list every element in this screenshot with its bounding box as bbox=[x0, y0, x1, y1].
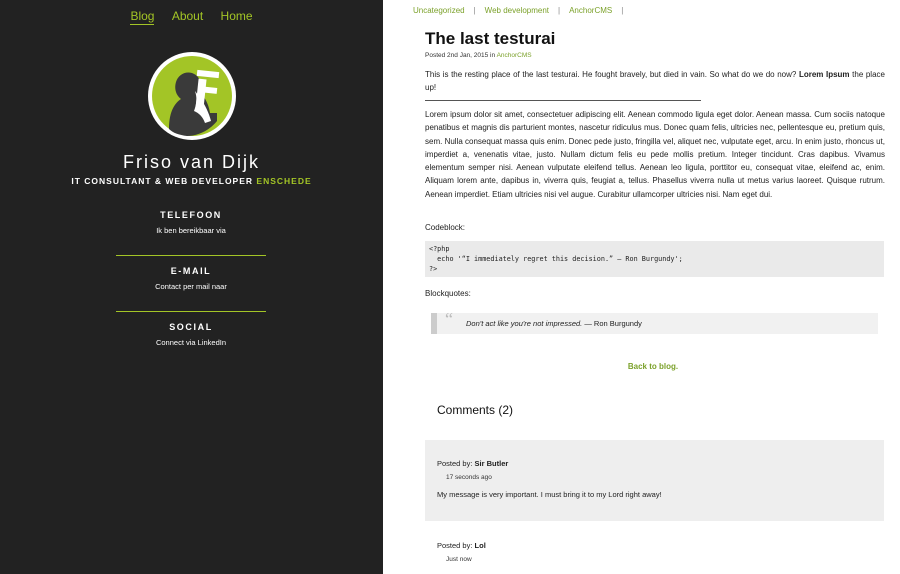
quote-author: — Ron Burgundy bbox=[584, 319, 642, 328]
separator: | bbox=[558, 6, 561, 15]
tagline-role: IT CONSULTANT & WEB DEVELOPER bbox=[71, 176, 254, 186]
nav-home-link[interactable]: Home bbox=[221, 9, 253, 23]
profile-name: Friso van Dijk bbox=[122, 152, 261, 172]
back-to-blog: Back to blog. bbox=[383, 362, 900, 371]
post-date: Posted 2nd Jan, 2015 in bbox=[425, 52, 496, 59]
comment-time: Just now bbox=[446, 556, 472, 563]
post-meta: Posted 2nd Jan, 2015 in AnchorCMS bbox=[425, 52, 532, 59]
codeblock-label: Codeblock: bbox=[425, 223, 466, 232]
quote-content: Don't act like you're not impressed. — R… bbox=[466, 319, 642, 328]
divider bbox=[116, 255, 266, 256]
blockquotes-label: Blockquotes: bbox=[425, 289, 471, 298]
separator: | bbox=[473, 6, 476, 15]
nav-about-link[interactable]: About bbox=[172, 9, 203, 23]
intro-bold: Lorem Ipsum bbox=[798, 70, 850, 79]
tagline-city: ENSCHEDE bbox=[256, 176, 312, 186]
intro-text: This is the resting place of the last te… bbox=[425, 70, 797, 79]
divider bbox=[116, 311, 266, 312]
contact-telefoon: TELEFOON Ik ben bereikbaar via bbox=[116, 210, 266, 235]
quote-text: Don't act like you're not impressed. bbox=[466, 319, 583, 328]
contact-title: TELEFOON bbox=[160, 210, 222, 220]
post-intro: This is the resting place of the last te… bbox=[425, 68, 885, 95]
comment-message: My message is very important. I must bri… bbox=[437, 490, 662, 499]
posted-by-label: Posted by: bbox=[437, 459, 473, 468]
comment-item: Posted by: Sir Butler 17 seconds ago My … bbox=[425, 440, 884, 521]
category-link-web-development[interactable]: Web development bbox=[485, 6, 549, 15]
contact-subtitle: Ik ben bereikbaar via bbox=[156, 226, 226, 235]
contact-title: E-MAIL bbox=[170, 266, 212, 276]
blockquote: “ Don't act like you're not impressed. —… bbox=[431, 309, 878, 334]
posted-by-label: Posted by: bbox=[437, 541, 473, 550]
comment-author-line: Posted by: Sir Butler bbox=[437, 459, 884, 468]
sidebar: Blog About Home Friso van Dijk IT CONSUL… bbox=[0, 0, 383, 574]
category-bar: Uncategorized | Web development | AnchorCMS | bbox=[413, 6, 632, 15]
comment-author: Lol bbox=[474, 541, 486, 550]
main-content: Uncategorized | Web development | AnchorCMS |… bbox=[383, 0, 900, 574]
nav-blog-link[interactable]: Blog bbox=[130, 9, 155, 25]
category-link-anchorcms[interactable]: AnchorCMS bbox=[569, 6, 612, 15]
separator: | bbox=[621, 6, 624, 15]
contact-subtitle: Connect via LinkedIn bbox=[155, 338, 227, 347]
comment-item: Posted by: Lol Just now bbox=[425, 541, 884, 574]
back-to-blog-link[interactable]: Back to blog. bbox=[628, 362, 678, 371]
profile-tagline: IT CONSULTANT & WEB DEVELOPER ENSCHEDE bbox=[0, 176, 383, 186]
category-link-uncategorized[interactable]: Uncategorized bbox=[413, 6, 465, 15]
profile-logo bbox=[148, 52, 236, 140]
contact-title: SOCIAL bbox=[169, 322, 213, 332]
post-category-link[interactable]: AnchorCMS bbox=[497, 52, 532, 59]
post-title: The last testurai bbox=[425, 29, 556, 48]
quote-mark-icon: “ bbox=[445, 309, 453, 329]
comment-author-line: Posted by: Lol bbox=[437, 541, 884, 550]
top-nav: Blog About Home bbox=[0, 9, 383, 25]
comments-heading: Comments (2) bbox=[437, 403, 514, 417]
contact-subtitle: Contact per mail naar bbox=[155, 282, 227, 291]
comment-author: Sir Butler bbox=[474, 459, 509, 468]
code-block: <?php echo '“I immediately regret this d… bbox=[425, 241, 884, 277]
post-body-lorem: Lorem ipsum dolor sit amet, consectetuer… bbox=[425, 110, 885, 199]
comment-time: 17 seconds ago bbox=[446, 474, 492, 481]
contact-email: E-MAIL Contact per mail naar bbox=[116, 266, 266, 291]
contact-social: SOCIAL Connect via LinkedIn bbox=[116, 322, 266, 347]
horizontal-rule bbox=[425, 100, 701, 101]
